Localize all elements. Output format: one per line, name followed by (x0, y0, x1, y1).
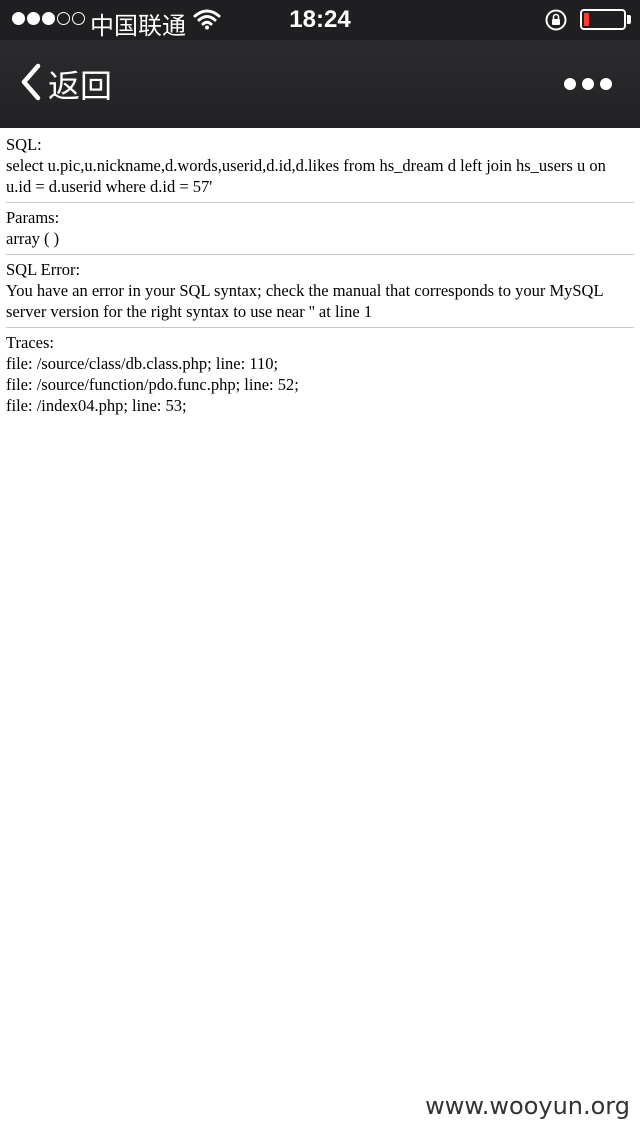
traces-label: Traces: (6, 333, 54, 352)
traces-section: Traces: file: /source/class/db.class.php… (6, 332, 634, 421)
params-label: Params: (6, 208, 60, 227)
trace-item: file: /source/function/pdo.func.php; lin… (6, 375, 299, 394)
battery-level-fill (584, 13, 589, 26)
status-bar: 中国联通 18:24 (0, 0, 640, 40)
sql-error-label: SQL Error: (6, 260, 81, 279)
traces-list: file: /source/class/db.class.php; line: … (6, 353, 634, 416)
rotation-lock-icon (544, 8, 568, 37)
chevron-left-icon (18, 62, 44, 107)
error-page-content: SQL: select u.pic,u.nickname,d.words,use… (0, 128, 640, 425)
more-dot (600, 78, 612, 90)
sql-query-text: select u.pic,u.nickname,d.words,userid,d… (6, 156, 606, 196)
params-value: array ( ) (6, 229, 60, 248)
navigation-bar: 返回 (0, 40, 640, 128)
watermark: www.wooyun.org (425, 1092, 630, 1120)
more-dots-icon (564, 78, 576, 90)
battery-icon (580, 9, 626, 30)
more-dot (582, 78, 594, 90)
trace-item: file: /index04.php; line: 53; (6, 396, 187, 415)
battery-tip (627, 15, 631, 24)
more-options-button[interactable] (564, 74, 616, 94)
sql-label: SQL: (6, 135, 42, 154)
params-section: Params: array ( ) (6, 207, 634, 255)
back-button[interactable]: 返回 (18, 62, 112, 106)
sql-section: SQL: select u.pic,u.nickname,d.words,use… (6, 134, 634, 203)
sql-error-section: SQL Error: You have an error in your SQL… (6, 259, 634, 328)
back-label: 返回 (48, 67, 113, 105)
sql-error-message: You have an error in your SQL syntax; ch… (6, 281, 603, 321)
trace-item: file: /source/class/db.class.php; line: … (6, 354, 279, 373)
